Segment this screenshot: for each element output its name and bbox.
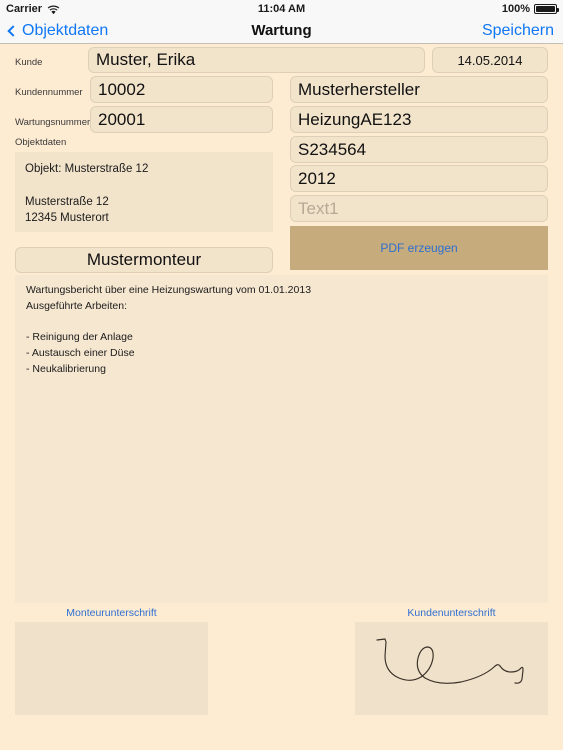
seriennummer-input[interactable]: S234564 bbox=[290, 136, 548, 163]
kunde-input[interactable]: Muster, Erika bbox=[88, 47, 425, 73]
objektdaten-label: Objektdaten bbox=[15, 137, 67, 148]
wartungsbericht-textarea[interactable]: Wartungsbericht über eine Heizungswartun… bbox=[15, 275, 548, 603]
wartungsnummer-input[interactable]: 20001 bbox=[90, 106, 273, 133]
status-bar-right: 100% bbox=[501, 3, 559, 15]
text1-input[interactable]: Text1 bbox=[290, 195, 548, 222]
status-bar-time: 11:04 AM bbox=[257, 3, 306, 15]
anlage-input[interactable]: HeizungAE123 bbox=[290, 106, 548, 133]
navigation-bar: Objektdaten Wartung Speichern bbox=[0, 18, 563, 44]
page-title: Wartung bbox=[251, 22, 312, 39]
monteurunterschrift-label: Monteurunterschrift bbox=[66, 607, 157, 619]
wartungsnummer-label: Wartungsnummer bbox=[15, 117, 91, 128]
kundenunterschrift-label: Kundenunterschrift bbox=[407, 607, 496, 619]
kunde-signature-pad[interactable] bbox=[355, 622, 548, 715]
baujahr-input[interactable]: 2012 bbox=[290, 165, 548, 192]
hersteller-input[interactable]: Musterhersteller bbox=[290, 76, 548, 103]
save-button[interactable]: Speichern bbox=[482, 22, 554, 40]
status-bar: Carrier 11:04 AM 100% bbox=[0, 0, 563, 18]
form-body: Kunde Muster, Erika 14.05.2014 Kundennum… bbox=[0, 44, 563, 750]
app-root: Carrier 11:04 AM 100% Objektdaten Wartun… bbox=[0, 0, 563, 750]
pdf-erzeugen-button[interactable]: PDF erzeugen bbox=[290, 226, 548, 270]
battery-percent-label: 100% bbox=[501, 3, 530, 15]
kunde-label: Kunde bbox=[15, 57, 43, 68]
kundennummer-input[interactable]: 10002 bbox=[90, 76, 273, 103]
kunde-signature-ink bbox=[376, 638, 524, 684]
objektdaten-textblock: Objekt: Musterstraße 12 Musterstraße 12 … bbox=[15, 152, 273, 232]
kundennummer-label: Kundennummer bbox=[15, 87, 83, 98]
monteur-input[interactable]: Mustermonteur bbox=[15, 247, 273, 273]
date-input[interactable]: 14.05.2014 bbox=[432, 47, 548, 73]
monteur-signature-pad[interactable] bbox=[15, 622, 208, 715]
battery-full-icon bbox=[534, 4, 559, 14]
